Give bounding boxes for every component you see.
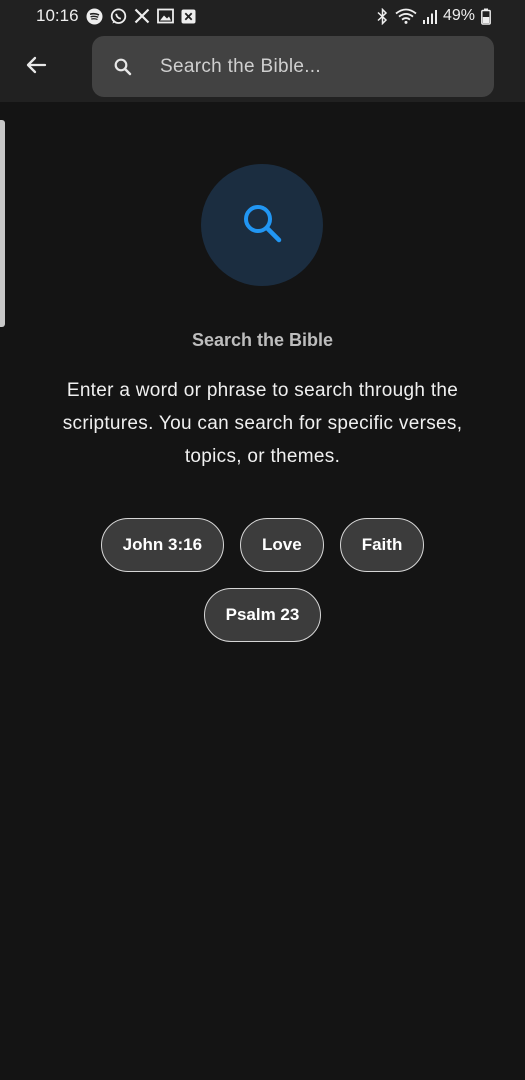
suggestion-chips: John 3:16 Love Faith Psalm 23: [70, 518, 455, 642]
app-bar: [0, 32, 525, 102]
status-left: 10:16: [36, 6, 196, 26]
suggestion-chip-faith[interactable]: Faith: [339, 518, 425, 572]
search-input[interactable]: [158, 54, 462, 79]
suggestion-chip-love[interactable]: Love: [240, 518, 324, 572]
gallery-icon: [156, 8, 174, 24]
wifi-icon: [395, 8, 417, 24]
suggestion-chip-john-3-16[interactable]: John 3:16: [100, 518, 225, 572]
empty-state-description: Enter a word or phrase to search through…: [62, 380, 463, 467]
battery-icon: [481, 8, 491, 25]
back-button[interactable]: [18, 49, 54, 85]
battery-percent: 49%: [442, 7, 475, 24]
x-icon: [134, 8, 150, 24]
hero-icon-circle: [201, 164, 323, 286]
scrollbar[interactable]: [0, 120, 5, 327]
close-box-icon: [181, 9, 196, 24]
whatsapp-icon: [110, 7, 127, 25]
status-time: 10:16: [36, 6, 79, 25]
status-right: 49%: [376, 7, 491, 25]
search-icon: [237, 198, 287, 253]
arrow-left-icon: [24, 53, 48, 82]
status-bar: 10:16 49%: [0, 0, 525, 32]
search-bar[interactable]: [92, 36, 494, 97]
empty-state-title: Search the Bible: [191, 330, 334, 350]
signal-icon: [422, 9, 437, 24]
bluetooth-icon: [376, 7, 389, 25]
search-icon: [112, 56, 134, 78]
spotify-icon: [86, 8, 103, 25]
suggestion-chip-psalm-23[interactable]: Psalm 23: [203, 588, 322, 642]
